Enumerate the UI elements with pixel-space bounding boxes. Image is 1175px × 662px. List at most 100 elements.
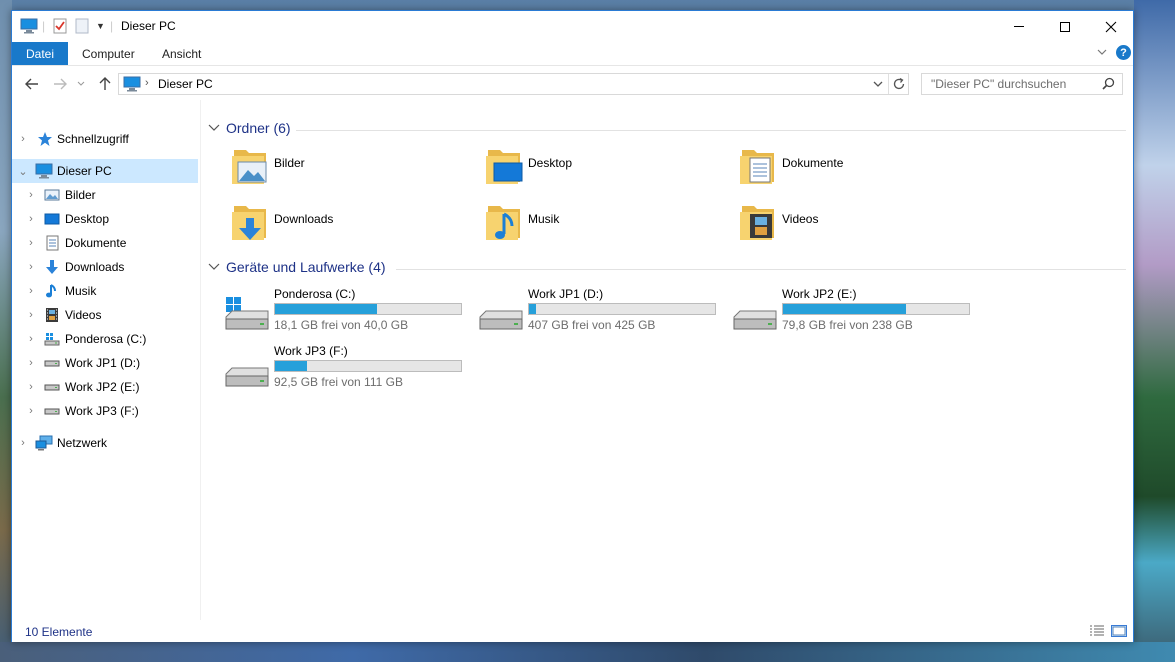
back-button[interactable] [22, 74, 42, 94]
sidebar-item-label: Videos [65, 308, 102, 322]
sidebar-item-drive-e[interactable]: › Work JP2 (E:) [12, 375, 198, 399]
downloads-folder-icon [232, 206, 266, 240]
sidebar-item-label: Netzwerk [57, 436, 108, 450]
search-input[interactable]: "Dieser PC" durchsuchen [921, 73, 1123, 95]
drive-d[interactable]: Work JP1 (D:) 407 GB frei von 425 GB [478, 287, 728, 339]
music-icon [46, 284, 56, 298]
properties-icon[interactable] [53, 17, 67, 35]
close-button[interactable] [1088, 11, 1134, 42]
computer-icon[interactable] [20, 17, 38, 35]
drive-icon [44, 408, 60, 415]
chevron-right-icon[interactable]: › [26, 261, 36, 273]
chevron-right-icon[interactable]: › [26, 309, 36, 321]
chevron-right-icon[interactable]: › [26, 237, 36, 249]
sidebar-item-quick-access[interactable]: › Schnellzugriff [12, 127, 198, 151]
toolbar-separator: | [42, 19, 46, 33]
minimize-button[interactable] [996, 11, 1042, 42]
sidebar-item-label: Desktop [65, 212, 110, 226]
up-arrow-icon [99, 77, 111, 90]
folder-desktop[interactable]: Desktop [482, 144, 722, 194]
chevron-right-icon[interactable]: › [26, 357, 36, 369]
tab-computer[interactable]: Computer [82, 42, 135, 65]
system-drive-icon [44, 333, 60, 346]
item-count: 10 Elemente [25, 625, 93, 639]
chevron-down-icon [77, 81, 85, 86]
sidebar-item-drive-c[interactable]: › Ponderosa (C:) [12, 327, 198, 351]
sidebar-item-network[interactable]: › Netzwerk [12, 431, 198, 455]
sidebar-item-drive-f[interactable]: › Work JP3 (F:) [12, 399, 198, 423]
drives-group-header[interactable]: Geräte und Laufwerke (4) [208, 259, 386, 275]
chevron-down-icon[interactable]: ⌄ [18, 166, 28, 178]
drive-name: Work JP1 (D:) [528, 287, 604, 301]
new-folder-icon[interactable] [75, 17, 89, 35]
sidebar-item-label: Work JP1 (D:) [65, 356, 141, 370]
hard-drive-icon [225, 367, 269, 387]
folders-group-header[interactable]: Ordner (6) [208, 120, 291, 136]
ribbon-tabs: Datei Computer Ansicht ? [12, 42, 1133, 65]
forward-button[interactable] [50, 74, 70, 94]
chevron-right-icon[interactable]: › [26, 405, 36, 417]
maximize-button[interactable] [1042, 11, 1088, 42]
drives-group-title: Geräte und Laufwerke (4) [226, 259, 386, 275]
minimize-icon [1014, 26, 1024, 27]
folder-label: Bilder [274, 156, 305, 170]
desktop-wallpaper-bottom [0, 642, 1175, 662]
search-placeholder: "Dieser PC" durchsuchen [931, 77, 1067, 91]
videos-folder-icon [740, 206, 774, 240]
sidebar-item-drive-d[interactable]: › Work JP1 (D:) [12, 351, 198, 375]
search-icon[interactable] [1102, 77, 1115, 93]
chevron-right-icon[interactable]: › [26, 189, 36, 201]
tab-file[interactable]: Datei [12, 42, 68, 65]
sidebar-item-label: Work JP3 (F:) [65, 404, 139, 418]
details-view-icon[interactable] [1089, 625, 1105, 637]
breadcrumb[interactable]: Dieser PC [158, 77, 213, 91]
group-divider [296, 130, 1126, 131]
windows-drive-icon [225, 297, 269, 330]
sidebar-item-this-pc[interactable]: ⌄ Dieser PC [12, 159, 198, 183]
sidebar-item-videos[interactable]: › Videos [12, 303, 198, 327]
recent-locations-button[interactable] [71, 74, 91, 94]
drive-name: Work JP3 (F:) [274, 344, 348, 358]
folder-videos[interactable]: Videos [736, 200, 976, 250]
up-button[interactable] [95, 74, 115, 94]
computer-icon [123, 76, 141, 95]
desktop-wallpaper-right [1134, 0, 1175, 662]
network-icon [35, 435, 53, 451]
refresh-icon[interactable] [892, 77, 906, 94]
explorer-window: | ▼ | Dieser PC Datei Computer Ansicht ? [11, 10, 1134, 642]
sidebar-item-pictures[interactable]: › Bilder [12, 183, 198, 207]
chevron-right-icon[interactable]: › [26, 213, 36, 225]
folder-documents[interactable]: Dokumente [736, 144, 976, 194]
folder-label: Dokumente [782, 156, 844, 170]
hard-drive-icon [479, 310, 523, 330]
tab-view[interactable]: Ansicht [162, 42, 201, 65]
sidebar-item-music[interactable]: › Musik [12, 279, 198, 303]
drive-f[interactable]: Work JP3 (F:) 92,5 GB frei von 111 GB [224, 344, 474, 396]
drive-icon [44, 360, 60, 367]
drive-usage-bar [274, 360, 462, 372]
folder-label: Musik [528, 212, 560, 226]
sidebar-item-label: Schnellzugriff [57, 132, 129, 146]
help-icon[interactable]: ? [1116, 45, 1131, 60]
address-bar[interactable]: › Dieser PC [118, 73, 909, 95]
folder-pictures[interactable]: Bilder [228, 144, 468, 194]
folder-music[interactable]: Musik [482, 200, 722, 250]
chevron-right-icon[interactable]: › [26, 381, 36, 393]
customize-toolbar-icon[interactable]: ▼ [96, 17, 105, 35]
address-dropdown-icon[interactable] [873, 78, 883, 92]
desktop-folder-icon [486, 150, 523, 184]
tiles-view-icon[interactable] [1111, 625, 1127, 637]
chevron-right-icon[interactable]: › [26, 333, 36, 345]
sidebar-item-documents[interactable]: › Dokumente [12, 231, 198, 255]
drive-usage-fill [275, 361, 307, 371]
chevron-right-icon[interactable]: › [26, 285, 36, 297]
sidebar-item-downloads[interactable]: › Downloads [12, 255, 198, 279]
drive-c[interactable]: Ponderosa (C:) 18,1 GB frei von 40,0 GB [224, 287, 474, 339]
folder-downloads[interactable]: Downloads [228, 200, 468, 250]
drive-e[interactable]: Work JP2 (E:) 79,8 GB frei von 238 GB [732, 287, 982, 339]
expand-ribbon-icon[interactable] [1096, 46, 1108, 61]
breadcrumb-separator-icon[interactable]: › [145, 77, 149, 89]
chevron-right-icon[interactable]: › [18, 133, 28, 145]
chevron-right-icon[interactable]: › [18, 437, 28, 449]
sidebar-item-desktop[interactable]: › Desktop [12, 207, 198, 231]
